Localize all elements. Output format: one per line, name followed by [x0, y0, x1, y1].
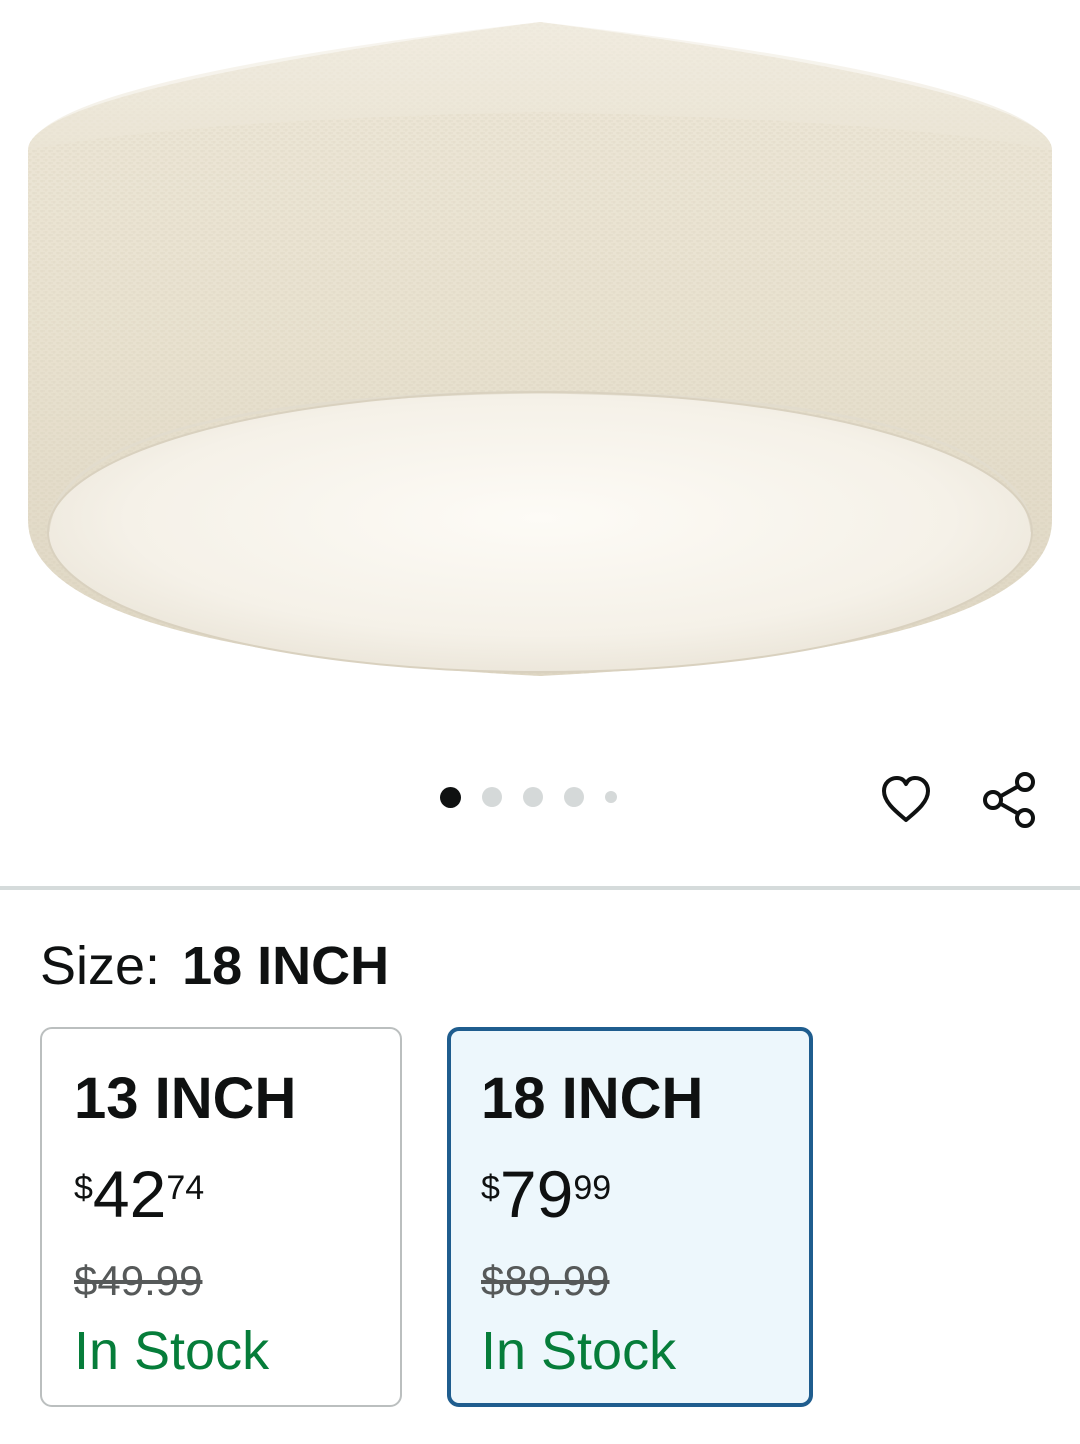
size-selection-heading: Size: 18 INCH	[40, 934, 389, 998]
availability-status: In Stock	[74, 1321, 270, 1381]
carousel-dot-1[interactable]	[440, 786, 461, 808]
add-to-wishlist-button[interactable]	[876, 770, 936, 830]
share-button[interactable]	[980, 770, 1040, 830]
price-fraction: 74	[166, 1169, 205, 1207]
list-price-strikethrough: $49.99	[74, 1257, 203, 1304]
ceiling-light-illustration	[28, 22, 1052, 676]
selected-size-value: 18 INCH	[182, 936, 390, 996]
size-option-name: 13 INCH	[74, 1066, 297, 1131]
price-whole: 79	[499, 1157, 574, 1231]
size-option-price: $4274	[74, 1161, 204, 1227]
price-whole: 42	[92, 1157, 167, 1231]
carousel-dot-2[interactable]	[482, 787, 502, 807]
share-icon	[983, 772, 1035, 828]
carousel-dot-4[interactable]	[564, 787, 584, 807]
list-price-strikethrough: $89.99	[481, 1257, 610, 1304]
image-carousel-indicator[interactable]	[440, 784, 638, 810]
size-option-price: $7999	[481, 1161, 611, 1227]
section-divider	[0, 886, 1080, 890]
price-fraction: 99	[573, 1169, 612, 1207]
size-option-13-inch[interactable]: 13 INCH $4274 $49.99 In Stock	[40, 1027, 402, 1407]
price-currency: $	[74, 1169, 93, 1207]
product-image[interactable]	[0, 0, 1080, 740]
size-option-18-inch[interactable]: 18 INCH $7999 $89.99 In Stock	[447, 1027, 813, 1407]
carousel-dot-5[interactable]	[605, 791, 617, 803]
size-label: Size:	[40, 936, 161, 996]
size-option-name: 18 INCH	[481, 1066, 704, 1131]
price-currency: $	[481, 1169, 500, 1207]
heart-outline-icon	[882, 776, 930, 822]
carousel-dot-3[interactable]	[523, 787, 543, 807]
availability-status: In Stock	[481, 1321, 677, 1381]
